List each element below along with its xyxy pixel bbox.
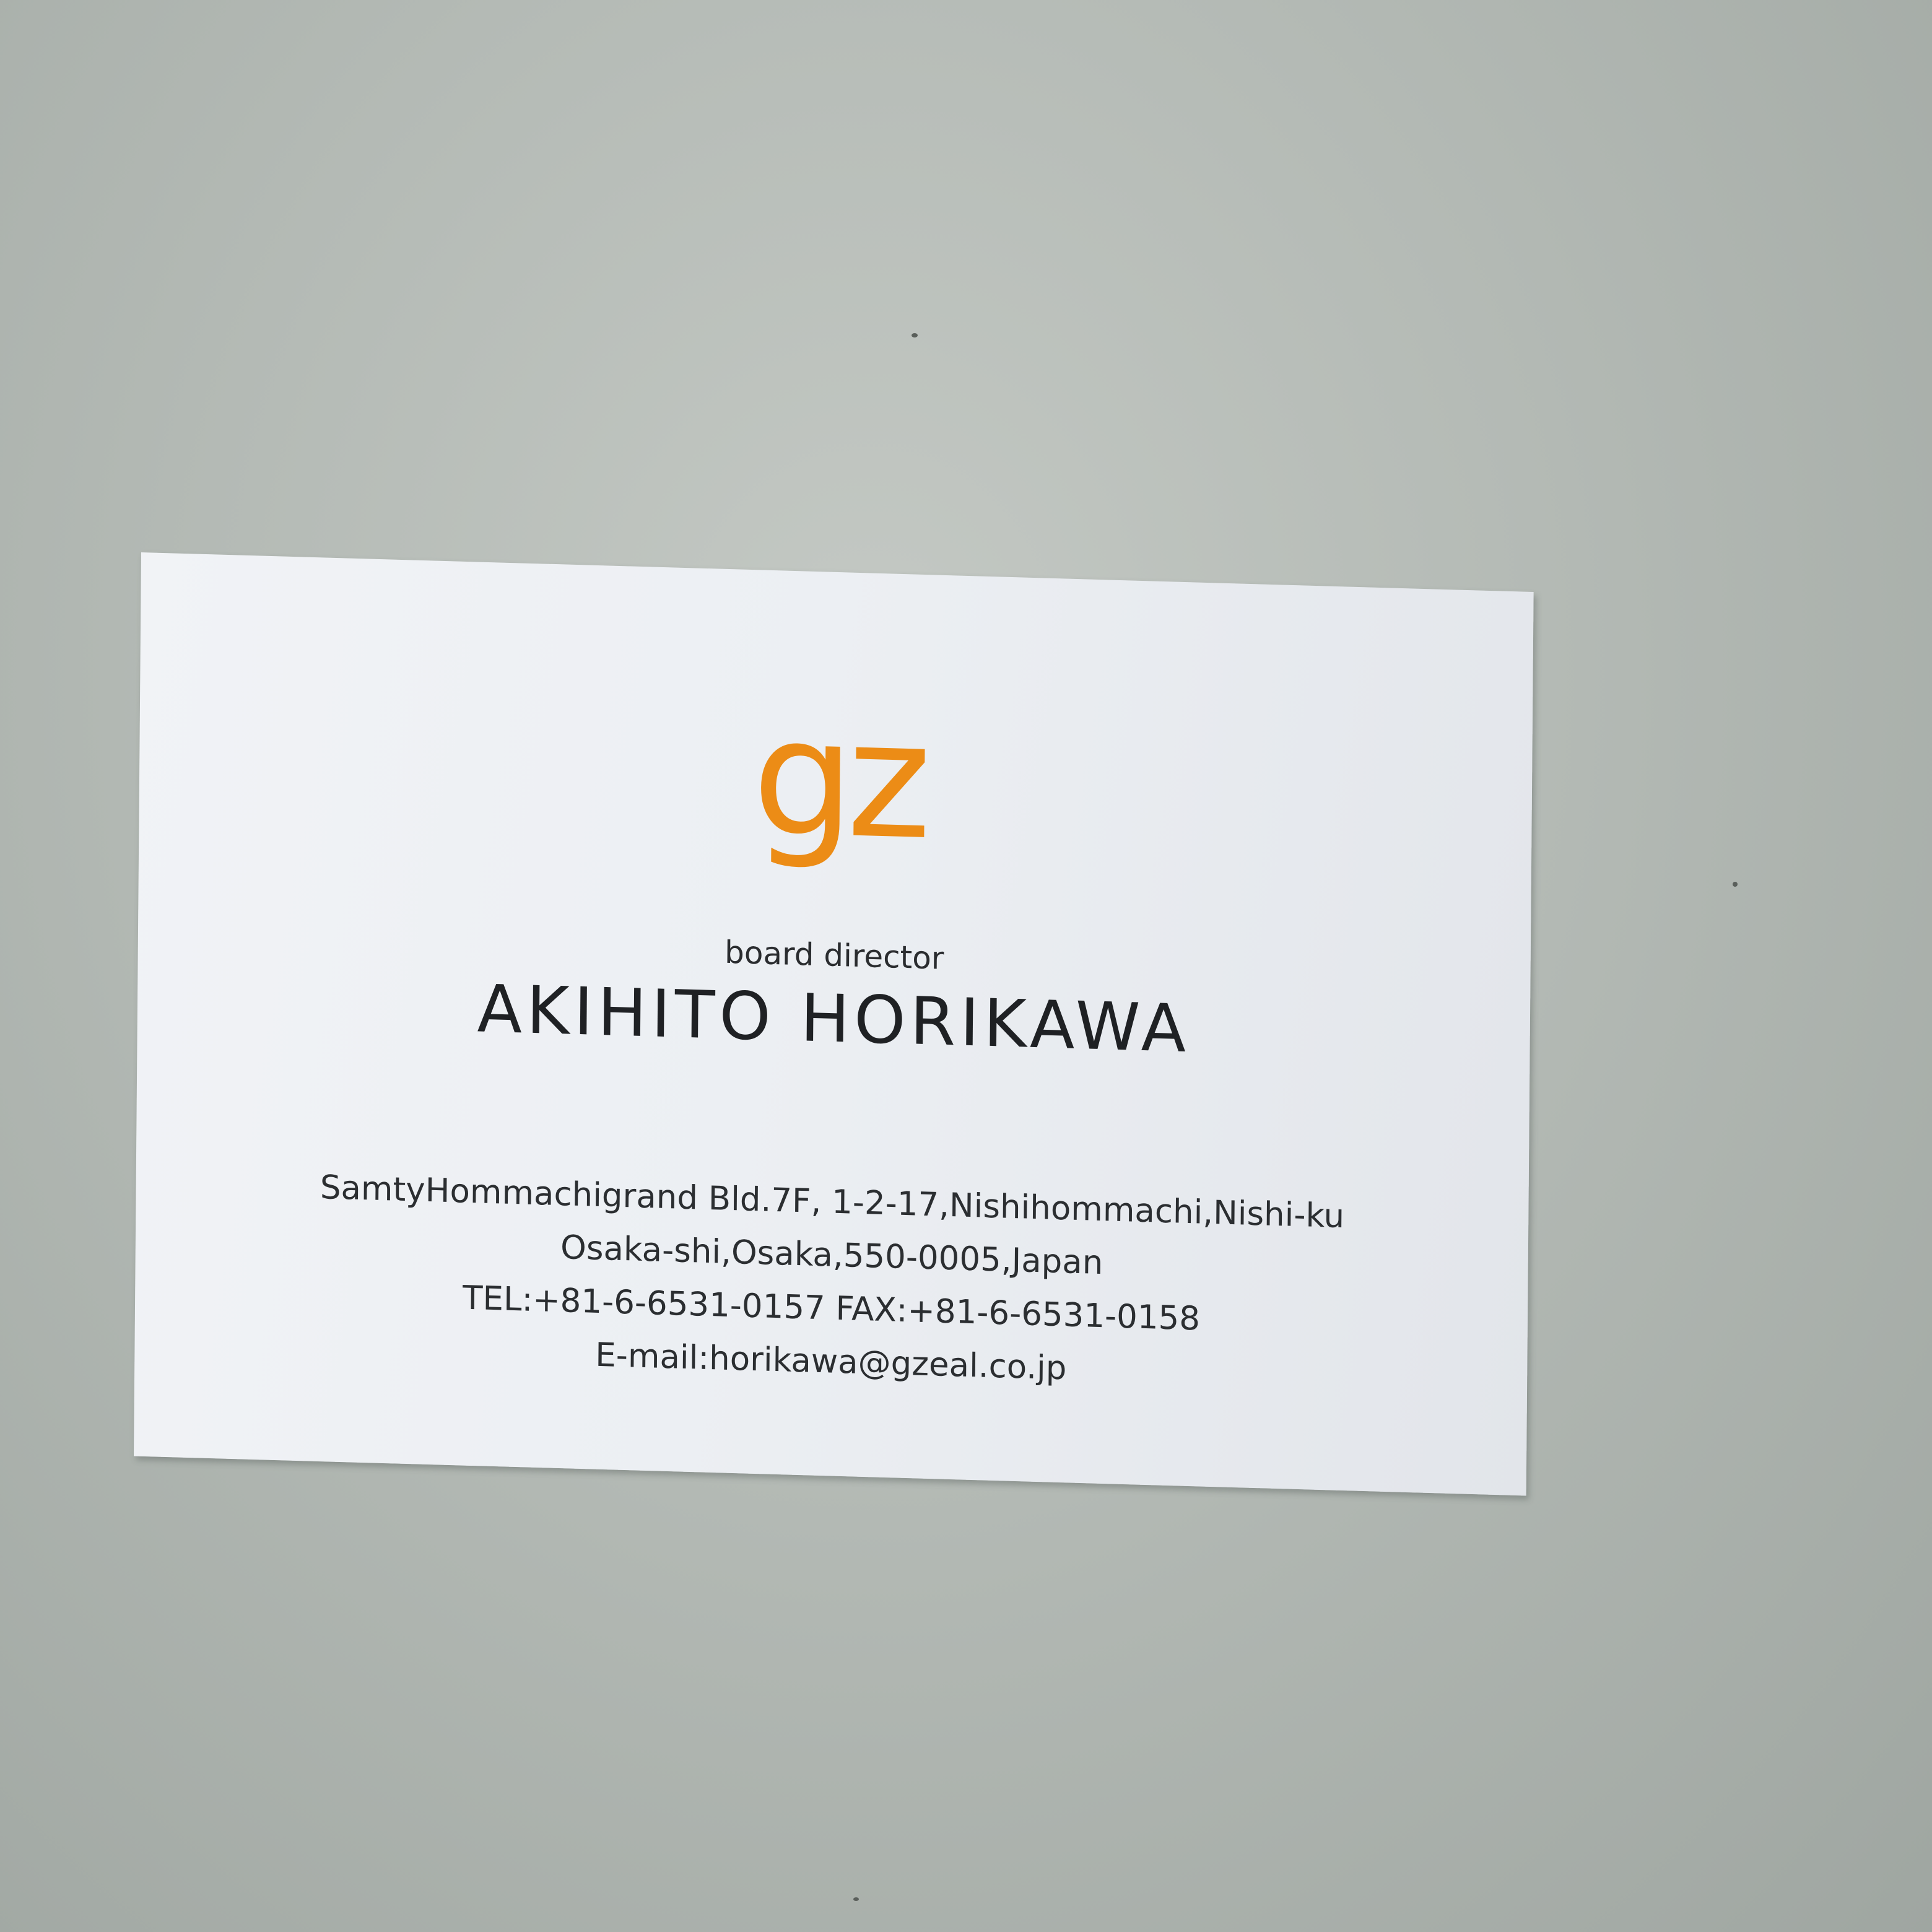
surface-speck [1733, 882, 1738, 887]
surface-speck [853, 1897, 859, 1901]
surface-speck [912, 333, 918, 337]
contact-details: SamtyHommachigrand Bld.7F, 1-2-17,Nishih… [134, 1156, 1528, 1409]
company-logo: gz [751, 684, 925, 876]
business-card: gz board director AKIHITO HORIKAWA Samty… [134, 552, 1534, 1496]
